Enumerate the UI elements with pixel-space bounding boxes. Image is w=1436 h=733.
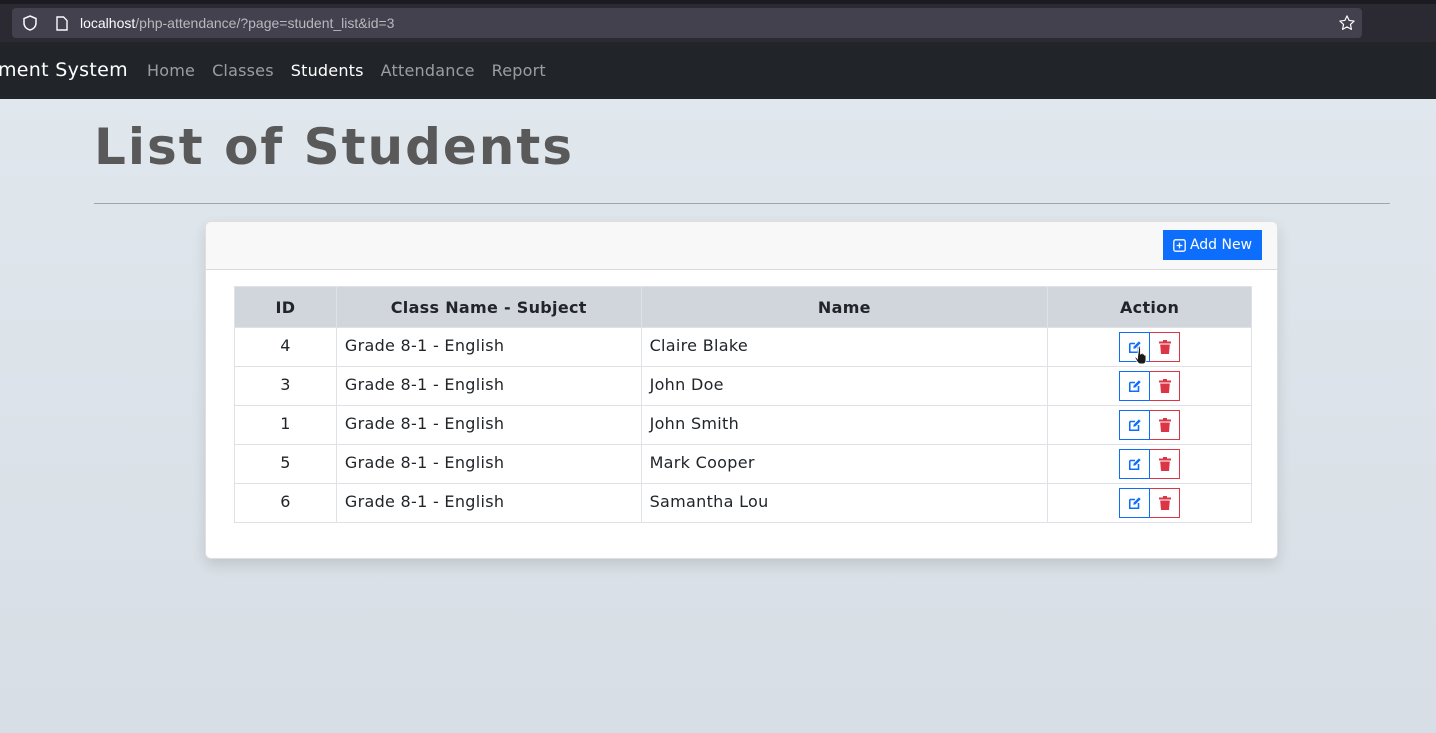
- cell-name: John Doe: [640, 366, 1049, 406]
- url-text[interactable]: localhost/php-attendance/?page=student_l…: [80, 15, 394, 31]
- cell-id: 6: [234, 483, 337, 523]
- action-buttons: [1119, 488, 1181, 518]
- nav-links: Home Classes Students Attendance Report: [147, 42, 563, 99]
- nav-link-report[interactable]: Report: [492, 61, 546, 80]
- cell-action: [1047, 327, 1252, 367]
- header-id: ID: [234, 286, 337, 328]
- delete-button[interactable]: [1150, 449, 1181, 479]
- cell-id: 3: [234, 366, 337, 406]
- pencil-square-icon: [1128, 341, 1141, 354]
- cell-name: John Smith: [640, 405, 1049, 445]
- cell-class-subject: Grade 8-1 - English: [335, 444, 642, 484]
- cell-class-subject: Grade 8-1 - English: [335, 366, 642, 406]
- trash-icon: [1158, 418, 1171, 432]
- nav-link-classes[interactable]: Classes: [212, 61, 274, 80]
- navbar: ment System Home Classes Students Attend…: [0, 42, 1436, 99]
- table-row: 5 Grade 8-1 - English Mark Cooper: [234, 444, 1252, 484]
- trash-icon: [1158, 496, 1171, 510]
- table-row: 3 Grade 8-1 - English John Doe: [234, 366, 1252, 406]
- delete-button[interactable]: [1150, 488, 1181, 518]
- trash-icon: [1158, 457, 1171, 471]
- table-row: 1 Grade 8-1 - English John Smith: [234, 405, 1252, 445]
- plus-square-icon: [1173, 238, 1186, 252]
- edit-button[interactable]: [1119, 449, 1151, 479]
- nav-link-students[interactable]: Students: [291, 61, 364, 80]
- trash-icon: [1158, 379, 1171, 393]
- header-class-subject: Class Name - Subject: [335, 286, 642, 328]
- cell-class-subject: Grade 8-1 - English: [335, 327, 642, 367]
- browser-toolbar: localhost/php-attendance/?page=student_l…: [0, 0, 1436, 42]
- trash-icon: [1158, 340, 1171, 354]
- cell-action: [1047, 405, 1252, 445]
- shield-icon[interactable]: [22, 15, 38, 31]
- bookmark-star-icon[interactable]: [1338, 14, 1356, 32]
- table-row: 4 Grade 8-1 - English Claire Blake: [234, 327, 1252, 367]
- title-divider: [94, 203, 1390, 204]
- nav-link-attendance[interactable]: Attendance: [381, 61, 475, 80]
- cell-name: Claire Blake: [640, 327, 1049, 367]
- action-buttons: [1119, 371, 1181, 401]
- page-title: List of Students: [94, 118, 575, 176]
- nav-link-home[interactable]: Home: [147, 61, 195, 80]
- address-bar[interactable]: localhost/php-attendance/?page=student_l…: [12, 8, 1362, 38]
- action-buttons: [1119, 449, 1181, 479]
- page-icon: [54, 15, 70, 31]
- students-table: ID Class Name - Subject Name Action 4 Gr…: [234, 286, 1252, 523]
- cell-id: 1: [234, 405, 337, 445]
- cell-name: Mark Cooper: [640, 444, 1049, 484]
- edit-button[interactable]: [1119, 371, 1151, 401]
- pencil-square-icon: [1128, 380, 1141, 393]
- pencil-square-icon: [1128, 497, 1141, 510]
- delete-button[interactable]: [1150, 410, 1181, 440]
- cell-action: [1047, 366, 1252, 406]
- header-action: Action: [1047, 286, 1252, 328]
- table-header-row: ID Class Name - Subject Name Action: [234, 286, 1252, 328]
- pencil-square-icon: [1128, 458, 1141, 471]
- card-header: Add New: [206, 222, 1277, 270]
- cell-action: [1047, 444, 1252, 484]
- cell-action: [1047, 483, 1252, 523]
- delete-button[interactable]: [1150, 332, 1181, 362]
- url-path: /php-attendance/?page=student_list&id=3: [135, 15, 395, 31]
- cell-id: 4: [234, 327, 337, 367]
- pencil-square-icon: [1128, 419, 1141, 432]
- cell-id: 5: [234, 444, 337, 484]
- edit-button[interactable]: [1119, 488, 1151, 518]
- header-name: Name: [640, 286, 1049, 328]
- add-new-button[interactable]: Add New: [1163, 230, 1262, 260]
- delete-button[interactable]: [1150, 371, 1181, 401]
- action-buttons: [1119, 410, 1181, 440]
- edit-button[interactable]: [1119, 410, 1151, 440]
- cell-class-subject: Grade 8-1 - English: [335, 483, 642, 523]
- action-buttons: [1119, 332, 1181, 362]
- edit-button[interactable]: [1119, 332, 1151, 362]
- cell-name: Samantha Lou: [640, 483, 1049, 523]
- table-row: 6 Grade 8-1 - English Samantha Lou: [234, 483, 1252, 523]
- navbar-brand[interactable]: ment System: [0, 42, 128, 99]
- students-card: Add New ID Class Name - Subject Name Act…: [205, 221, 1278, 559]
- cell-class-subject: Grade 8-1 - English: [335, 405, 642, 445]
- add-new-label: Add New: [1189, 237, 1253, 253]
- url-host: localhost: [80, 15, 136, 31]
